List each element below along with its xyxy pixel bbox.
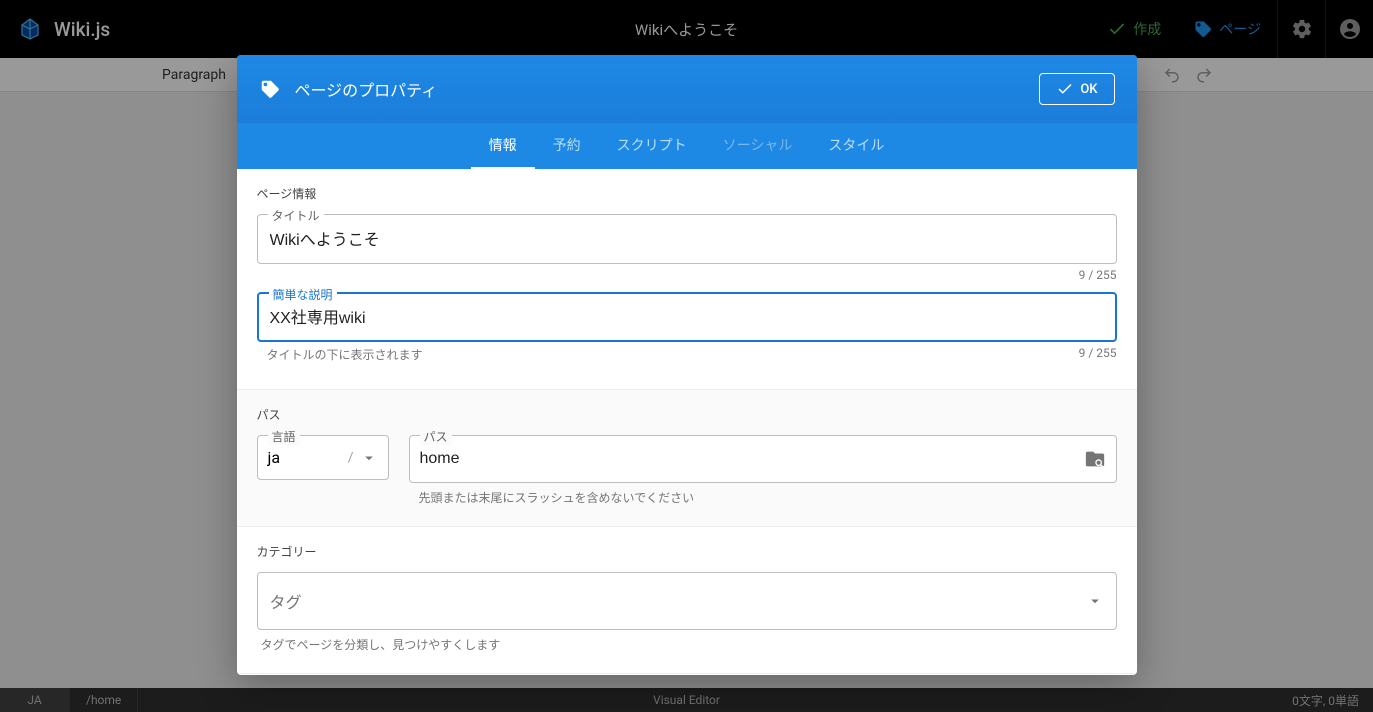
tag-hint: タグでページを分類し、見つけやすくします xyxy=(261,636,1117,653)
lang-select[interactable]: 言語 ja / xyxy=(257,435,389,480)
tab-social: ソーシャル xyxy=(705,123,811,169)
section-path: パス 言語 ja / パス xyxy=(237,390,1137,527)
path-hint: 先頭または末尾にスラッシュを含めないでください xyxy=(419,489,1117,506)
folder-search-icon[interactable] xyxy=(1084,448,1106,470)
desc-field[interactable]: 簡単な説明 xyxy=(257,292,1117,342)
lang-separator: / xyxy=(348,450,354,466)
desc-hint: タイトルの下に表示されます xyxy=(267,346,423,363)
title-field-label: タイトル xyxy=(268,207,324,224)
chevron-down-icon xyxy=(360,449,378,467)
path-input[interactable] xyxy=(420,450,1084,468)
ok-label: OK xyxy=(1080,82,1097,97)
desc-input[interactable] xyxy=(270,307,1104,325)
title-input[interactable] xyxy=(270,229,1104,247)
tag-select[interactable]: タグ xyxy=(257,572,1117,630)
check-icon xyxy=(1056,80,1074,98)
modal-overlay[interactable]: ページのプロパティ OK 情報 予約 スクリプト ソーシャル スタイル ページ情… xyxy=(0,0,1373,712)
dialog-body: ページ情報 タイトル 9 / 255 簡単な説明 タイト xyxy=(237,169,1137,674)
chevron-down-icon xyxy=(1086,592,1104,610)
tag-placeholder: タグ xyxy=(270,589,302,613)
dialog-header: ページのプロパティ OK 情報 予約 スクリプト ソーシャル スタイル xyxy=(237,55,1137,169)
path-field[interactable]: パス xyxy=(409,435,1117,483)
dialog-tabs: 情報 予約 スクリプト ソーシャル スタイル xyxy=(237,123,1137,169)
ok-button[interactable]: OK xyxy=(1039,73,1114,105)
tab-script[interactable]: スクリプト xyxy=(599,123,705,169)
dialog-title-bar: ページのプロパティ OK xyxy=(237,55,1137,123)
section-category: カテゴリー タグ タグでページを分類し、見つけやすくします xyxy=(237,527,1137,674)
title-counter: 9 / 255 xyxy=(257,268,1117,282)
path-field-label: パス xyxy=(420,428,452,445)
lang-field-container: 言語 ja / xyxy=(257,435,389,480)
section-page-info: ページ情報 タイトル 9 / 255 簡単な説明 タイト xyxy=(237,169,1137,390)
section-label-path: パス xyxy=(257,406,1117,423)
section-label-category: カテゴリー xyxy=(257,543,1117,560)
tab-info[interactable]: 情報 xyxy=(471,123,535,169)
page-properties-dialog: ページのプロパティ OK 情報 予約 スクリプト ソーシャル スタイル ページ情… xyxy=(237,55,1137,675)
lang-value: ja xyxy=(268,448,281,467)
dialog-title: ページのプロパティ xyxy=(295,77,1040,101)
lang-field-label: 言語 xyxy=(268,428,300,445)
title-field-container: タイトル 9 / 255 xyxy=(257,214,1117,282)
tab-style[interactable]: スタイル xyxy=(810,123,902,169)
desc-counter: 9 / 255 xyxy=(1079,346,1117,363)
path-field-container: パス 先頭または末尾にスラッシュを含めないでください xyxy=(409,435,1117,506)
tab-schedule[interactable]: 予約 xyxy=(535,123,599,169)
section-label-page-info: ページ情報 xyxy=(257,185,1117,202)
path-row: 言語 ja / パス xyxy=(257,435,1117,506)
desc-field-label: 簡単な説明 xyxy=(269,286,337,303)
title-field[interactable]: タイトル xyxy=(257,214,1117,264)
desc-field-container: 簡単な説明 タイトルの下に表示されます 9 / 255 xyxy=(257,292,1117,363)
tag-icon xyxy=(259,78,281,100)
